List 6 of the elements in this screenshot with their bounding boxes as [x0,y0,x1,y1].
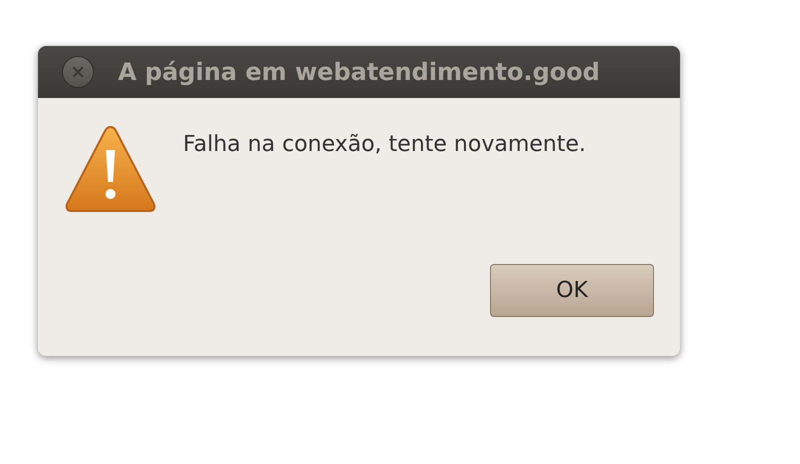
error-message: Falha na conexão, tente novamente. [183,131,586,159]
warning-icon [64,124,157,214]
window-title: A página em webatendimento.good [118,57,600,88]
close-button[interactable] [62,56,94,88]
ok-button[interactable]: OK [490,264,654,317]
close-icon [72,66,84,78]
